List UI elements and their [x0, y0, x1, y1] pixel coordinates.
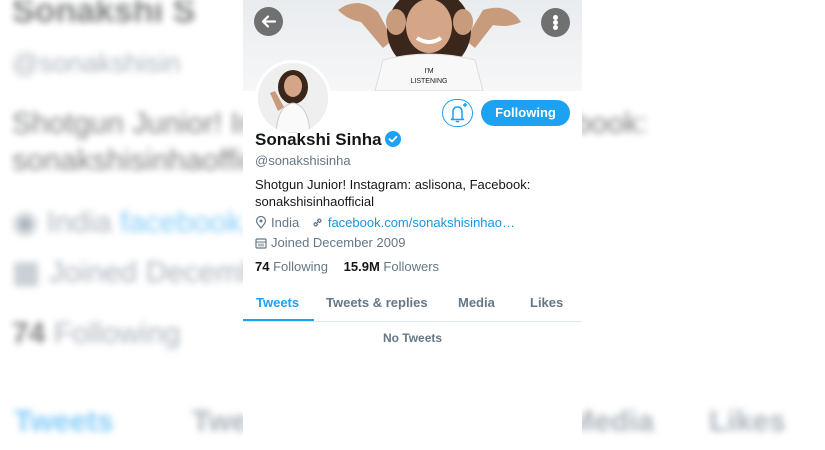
more-dot — [553, 25, 558, 30]
following-label: Following — [273, 259, 329, 274]
avatar-photo — [258, 63, 328, 133]
backdrop-location: India — [46, 206, 112, 239]
profile-meta-joined: Joined December 2009 — [255, 235, 405, 250]
backdrop-name: Sonakshi S — [12, 0, 196, 30]
active-tab-indicator — [243, 319, 314, 321]
followers-count-link[interactable]: 15.9M Followers — [344, 259, 439, 274]
profile-joined-date: Joined December 2009 — [271, 235, 406, 250]
following-count: 74 — [255, 259, 270, 274]
profile-tabs: Tweets Tweets & replies Media Likes — [243, 285, 582, 322]
back-button[interactable] — [254, 7, 283, 36]
more-options-button[interactable] — [541, 8, 570, 37]
follow-counts: 74 Following 15.9M Followers — [255, 259, 439, 274]
following-button[interactable]: Following — [481, 100, 570, 126]
profile-meta-location-link: India facebook.com/sonakshisinhao… — [255, 215, 515, 230]
backdrop-tab: Likes — [709, 405, 786, 438]
bell-plus-icon — [450, 103, 467, 123]
calendar-icon — [255, 238, 267, 249]
tab-likes[interactable]: Likes — [530, 295, 563, 310]
tab-media[interactable]: Media — [458, 295, 495, 310]
followers-count: 15.9M — [343, 259, 380, 274]
profile-name: Sonakshi Sinha — [255, 130, 401, 150]
backdrop-following-label: Following — [53, 317, 181, 350]
profile-name-text: Sonakshi Sinha — [255, 130, 382, 149]
notifications-button[interactable] — [442, 99, 473, 127]
backdrop-location-icon: ◉ — [12, 206, 39, 239]
backdrop-calendar-icon: ▦ — [12, 256, 41, 289]
empty-state-message: No Tweets — [382, 331, 443, 345]
verified-badge-icon — [384, 131, 401, 147]
followers-label: Followers — [383, 259, 440, 274]
profile-handle: @sonakshisinha — [255, 153, 351, 168]
backdrop-following-count: 74 — [12, 317, 46, 350]
link-icon — [313, 218, 322, 227]
arrow-left-icon — [261, 15, 277, 28]
svg-text:I'M: I'M — [424, 68, 433, 75]
backdrop-tab: Tweets — [14, 405, 114, 438]
profile-website-link[interactable]: facebook.com/sonakshisinhao… — [328, 215, 515, 230]
tab-tweets[interactable]: Tweets — [256, 295, 299, 310]
location-pin-icon — [255, 216, 267, 229]
tab-tweets-replies[interactable]: Tweets & replies — [326, 295, 428, 310]
svg-text:LISTENING: LISTENING — [411, 78, 448, 85]
profile-screen: I'M LISTENING Following Sonakshi Sinha @… — [243, 0, 582, 450]
backdrop-handle: @sonakshisin — [12, 48, 181, 78]
avatar[interactable] — [255, 60, 331, 136]
profile-bio: Shotgun Junior! Instagram: aslisona, Fac… — [255, 177, 531, 209]
following-count-link[interactable]: 74 Following — [255, 259, 328, 274]
profile-location: India — [271, 215, 300, 230]
backdrop-following-row: 74 Following — [12, 317, 180, 351]
